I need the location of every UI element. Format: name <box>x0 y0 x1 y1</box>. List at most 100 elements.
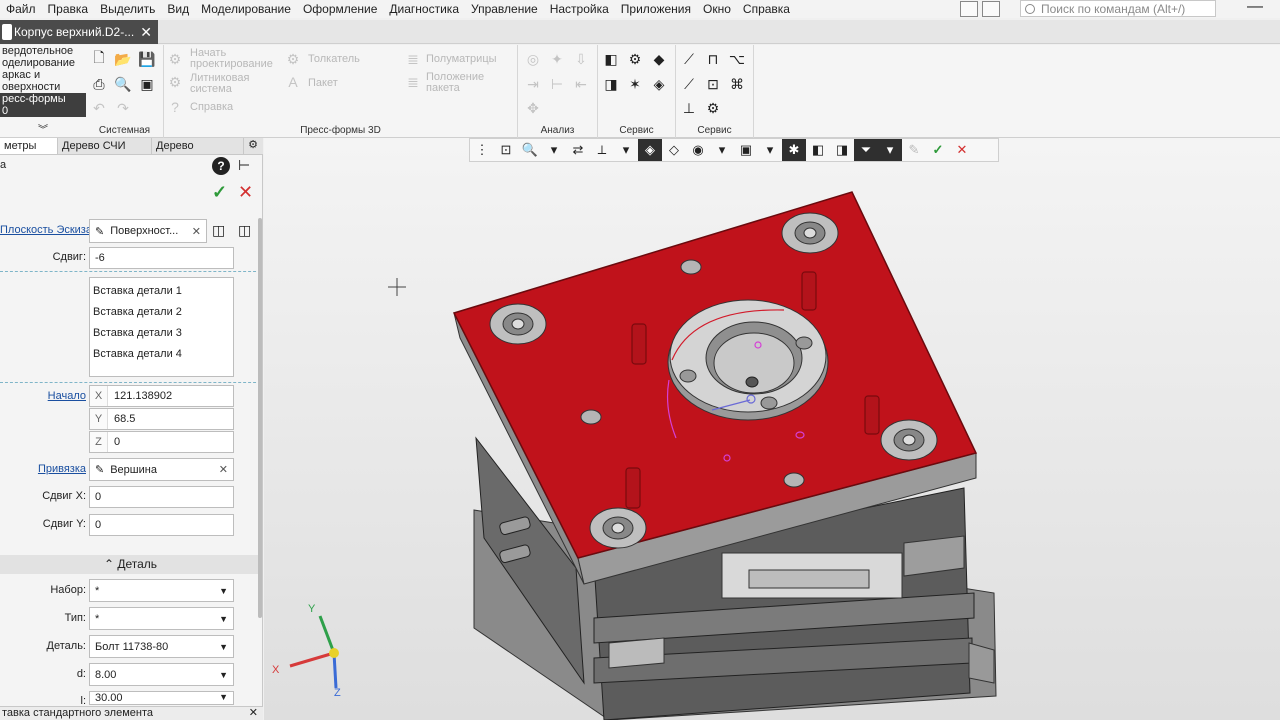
menu-modeling[interactable]: Моделирование <box>195 2 297 16</box>
start-design-button[interactable]: Начать проектирование <box>190 48 273 70</box>
service-tool-11-icon[interactable]: ⊡ <box>704 75 722 93</box>
analysis-tool-5-icon[interactable]: ⊢ <box>548 75 566 93</box>
menu-edit[interactable]: Правка <box>42 2 95 16</box>
start-z-input[interactable]: Z0 <box>89 431 234 453</box>
type-select[interactable]: * ▼ <box>89 607 234 630</box>
sketch-plane-label[interactable]: Плоскость Эскиза <box>0 224 92 236</box>
scale-icon[interactable]: ⊡ <box>494 139 518 161</box>
sketch-plane-field[interactable]: ✎ Поверхност... ✕ <box>89 219 207 243</box>
service-tool-7-icon[interactable]: ⟋ <box>680 50 698 68</box>
confirm-icon[interactable]: ✓ <box>926 139 950 161</box>
confirm-icon[interactable]: ✓ <box>212 182 227 203</box>
tab-tree[interactable]: Дерево <box>152 138 244 154</box>
tree-icon[interactable]: ⊢ <box>238 157 250 174</box>
package-button[interactable]: Пакет <box>308 78 338 89</box>
service-tool-4-icon[interactable]: ◨ <box>602 75 620 93</box>
clear-binding-icon[interactable]: ✕ <box>219 463 228 476</box>
half-matrix-button[interactable]: Полуматрицы <box>426 54 497 65</box>
start-x-input[interactable]: X 121.138902 <box>89 385 234 407</box>
service-tool-14-icon[interactable]: ⚙ <box>704 99 722 117</box>
help-circle-icon[interactable]: ? <box>212 157 230 175</box>
save-icon[interactable]: 💾 <box>138 50 156 68</box>
service-tool-1-icon[interactable]: ◧ <box>602 50 620 68</box>
menu-diagnostics[interactable]: Диагностика <box>383 2 465 16</box>
zoom-icon[interactable]: 🔍 <box>518 139 542 161</box>
orientation-icon[interactable]: ⟂ <box>590 139 614 161</box>
chevron-down-icon[interactable]: ▾ <box>758 139 782 161</box>
service-tool-10-icon[interactable]: ⟋ <box>680 75 698 93</box>
l-select[interactable]: 30.00 ▼ <box>89 691 234 705</box>
shift-input[interactable]: -6 <box>89 247 234 269</box>
mode-press-forms[interactable]: ресс-формы 0 <box>0 93 86 117</box>
preview-icon[interactable]: 🔍 <box>114 75 132 93</box>
expand-modes-icon[interactable]: ︾ <box>0 121 86 136</box>
analysis-tool-6-icon[interactable]: ⇤ <box>572 75 590 93</box>
detail-select[interactable]: Болт 11738-80 ▼ <box>89 635 234 658</box>
cascade-window-icon[interactable] <box>982 1 1000 17</box>
command-search-input[interactable]: Поиск по командам (Alt+/) <box>1020 0 1216 17</box>
service-tool-13-icon[interactable]: ⊥ <box>680 99 698 117</box>
runner-system-button[interactable]: Литниковая система <box>190 73 249 95</box>
wireframe-icon[interactable]: ◇ <box>662 139 686 161</box>
menu-apps[interactable]: Приложения <box>615 2 697 16</box>
menu-control[interactable]: Управление <box>465 2 544 16</box>
menu-help[interactable]: Справка <box>737 2 796 16</box>
print-icon[interactable]: ⎙ <box>90 75 108 93</box>
package-position-icon[interactable]: ≣ <box>404 73 422 91</box>
shift-y-input[interactable]: 0 <box>89 514 234 536</box>
snap-icon[interactable]: ✱ <box>782 139 806 161</box>
service-tool-8-icon[interactable]: ⊓ <box>704 50 722 68</box>
service-tool-2-icon[interactable]: ⚙ <box>626 50 644 68</box>
start-design-icon[interactable]: ⚙ <box>166 50 184 68</box>
tab-parameters[interactable]: метры <box>0 138 58 154</box>
service-tool-9-icon[interactable]: ⌥ <box>728 50 746 68</box>
binding-label[interactable]: Привязка <box>0 463 86 475</box>
help-button[interactable]: Справка <box>190 102 233 113</box>
analysis-tool-7-icon[interactable]: ✥ <box>524 99 542 117</box>
start-label[interactable]: Начало <box>0 390 86 402</box>
binding-field[interactable]: ✎ Вершина ✕ <box>89 458 234 481</box>
service-tool-3-icon[interactable]: ◆ <box>650 50 668 68</box>
half-matrix-icon[interactable]: ≣ <box>404 50 422 68</box>
pan-icon[interactable]: ⇄ <box>566 139 590 161</box>
analysis-tool-4-icon[interactable]: ⇥ <box>524 75 542 93</box>
undo-icon[interactable]: ↶ <box>90 99 108 117</box>
start-y-input[interactable]: Y 68.5 <box>89 408 234 430</box>
shift-x-input[interactable]: 0 <box>89 486 234 508</box>
clear-sketch-plane-icon[interactable]: ✕ <box>192 225 201 238</box>
tab-sci-tree[interactable]: Дерево СЧИ <box>58 138 152 154</box>
list-item[interactable]: Вставка детали 1 <box>93 281 230 302</box>
chevron-down-icon[interactable]: ▾ <box>878 139 902 161</box>
plane-tool-2-icon[interactable]: ◫ <box>238 222 251 239</box>
new-file-icon[interactable]: 🗋 <box>90 49 108 68</box>
help-icon[interactable]: ? <box>166 98 184 116</box>
chevron-down-icon[interactable]: ▾ <box>710 139 734 161</box>
service-tool-12-icon[interactable]: ⌘ <box>728 75 746 93</box>
cancel-icon[interactable]: ✕ <box>950 139 974 161</box>
analysis-tool-3-icon[interactable]: ⇩ <box>572 50 590 68</box>
service-tool-6-icon[interactable]: ◈ <box>650 75 668 93</box>
menu-design[interactable]: Оформление <box>297 2 383 16</box>
minimize-icon[interactable]: — <box>1240 0 1270 18</box>
service-tool-5-icon[interactable]: ✶ <box>626 75 644 93</box>
document-tab[interactable]: Корпус верхний.D2-... ✕ <box>0 20 158 44</box>
package-position-button[interactable]: Положение пакета <box>426 72 484 94</box>
pin-icon[interactable]: ✎ <box>902 139 926 161</box>
panel-settings-icon[interactable]: ⚙ <box>244 138 262 154</box>
detail-section-header[interactable]: ⌃ Деталь <box>0 555 261 574</box>
menu-settings[interactable]: Настройка <box>544 2 615 16</box>
open-file-icon[interactable]: 📂 <box>114 50 132 68</box>
analysis-tool-1-icon[interactable]: ◎ <box>524 50 542 68</box>
analysis-tool-2-icon[interactable]: ✦ <box>548 50 566 68</box>
chevron-down-icon[interactable]: ▾ <box>614 139 638 161</box>
cancel-icon[interactable]: ✕ <box>238 182 253 203</box>
properties-icon[interactable]: ◨ <box>830 139 854 161</box>
runner-system-icon[interactable]: ⚙ <box>166 73 184 91</box>
mode-solid-modeling[interactable]: вердотельное оделирование <box>0 45 86 69</box>
menu-file[interactable]: Файл <box>0 2 42 16</box>
layer-icon[interactable]: ◧ <box>806 139 830 161</box>
close-icon[interactable]: ✕ <box>249 707 258 720</box>
list-item[interactable]: Вставка детали 2 <box>93 302 230 323</box>
visibility-icon[interactable]: ◉ <box>686 139 710 161</box>
list-item[interactable]: Вставка детали 4 <box>93 344 230 365</box>
